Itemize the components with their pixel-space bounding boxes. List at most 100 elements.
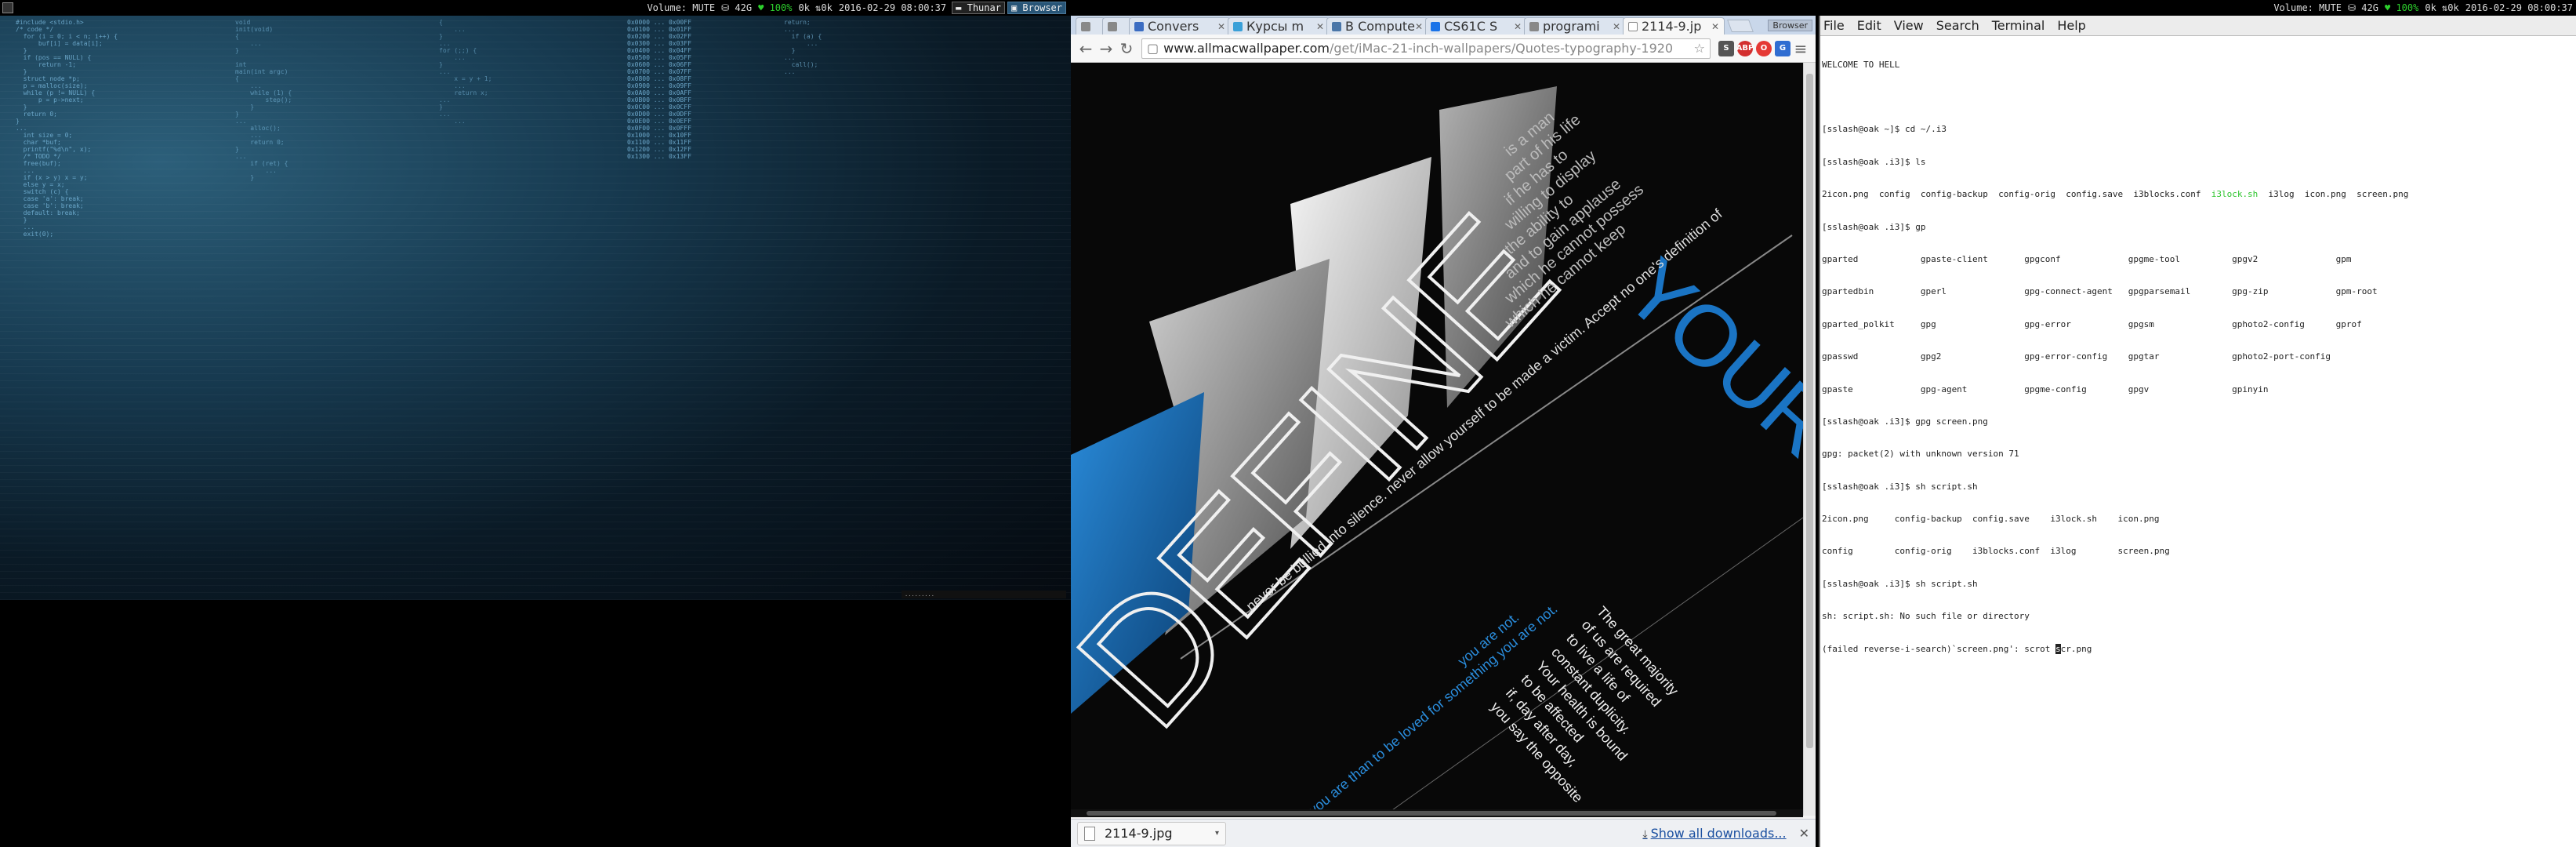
menu-icon[interactable]: ≡ [1791,38,1811,59]
scrollbar-thumb[interactable] [1806,74,1813,748]
scrollbar-thumb[interactable] [1087,811,1776,816]
close-tab-icon[interactable]: ✕ [1613,21,1620,32]
close-icon[interactable]: ✕ [1799,826,1809,841]
page-icon [1628,21,1638,31]
tab-pinned-1[interactable] [1076,17,1105,35]
reload-button[interactable]: ↻ [1116,38,1137,59]
forward-button[interactable]: → [1096,38,1116,59]
tab-image[interactable]: 2114-9.jp ✕ [1623,17,1725,35]
page-info-icon[interactable]: ▢ [1147,41,1159,56]
terminal-line: [sslash@oak .i3]$ sh script.sh [1822,578,1978,589]
menu-terminal[interactable]: Terminal [1992,18,2045,33]
course-icon [1233,21,1243,31]
terminal-line: gpartedbin gperl gpg-connect-agent gpgpa… [1822,286,2378,297]
terminal-menubar: File Edit View Search Terminal Help [1820,16,2576,36]
right-status-bar: Volume: MUTE ⛁ 42G ♥ 100% 0k ⇅0k 2016-02… [1071,0,2576,16]
chevron-down-icon[interactable]: ▾ [1215,829,1219,838]
download-item[interactable]: 2114-9.jpg ▾ [1077,821,1226,845]
download-filename: 2114-9.jpg [1105,826,1173,841]
bookmark-star-icon[interactable]: ☆ [1694,41,1705,56]
menu-file[interactable]: File [1823,18,1845,33]
datetime-status: 2016-02-29 08:00:37 [838,2,947,13]
window-caption: Browser [1768,20,1812,31]
file-icon [1084,826,1095,841]
wifi-icon: ♥ [2384,2,2391,13]
wifi-icon: ♥ [758,2,764,13]
show-all-downloads-link[interactable]: ⤓ Show all downloads... [1642,826,1786,841]
close-tab-icon[interactable]: ✕ [1217,21,1225,32]
code-column-5: return; ... if (a) { ... } ... call(); .… [784,19,822,75]
close-tab-icon[interactable]: ✕ [1514,21,1522,32]
tab-conversations[interactable]: Convers ✕ [1129,17,1231,35]
tab-vk[interactable]: В Compute ✕ [1326,17,1428,35]
vertical-scrollbar[interactable] [1803,63,1816,816]
page-icon [1081,21,1090,31]
close-tab-icon[interactable]: ✕ [1316,21,1324,32]
folder-icon: ▬ [956,2,962,13]
horizontal-scrollbar[interactable] [1071,809,1803,817]
extension-abp-icon[interactable]: ABP [1736,40,1754,56]
close-tab-icon[interactable]: ✕ [1711,21,1719,32]
executable-file-name: i3lock.sh [2211,189,2259,200]
battery-status: ♥ 100% [2384,2,2419,13]
vk-icon [1332,21,1341,31]
volume-status: Volume: MUTE [647,2,716,13]
terminal-line: WELCOME TO HELL [1822,59,1900,70]
extension-translate-icon[interactable]: G [1775,40,1791,56]
menu-edit[interactable]: Edit [1857,18,1881,33]
network-status: 0k ⇅0k [2425,2,2459,13]
google-icon [1529,21,1539,31]
terminal-output[interactable]: WELCOME TO HELL [sslash@oak ~]$ cd ~/.i3… [1822,38,2574,845]
wallpaper-status-strip: ......... [902,591,1066,598]
envelope-icon [1134,21,1144,31]
disk-status: ⛁ 42G [2348,2,2378,13]
extension-s-icon[interactable]: S [1718,40,1734,56]
code-column-3: { ... } ... for (;;) { ... } ... x = y +… [439,19,492,125]
download-icon: ⤓ [1642,828,1648,841]
code-column-4: 0x0000 ... 0x00FF 0x0100 ... 0x01FF 0x02… [627,19,691,160]
close-tab-icon[interactable]: ✕ [1415,21,1423,32]
back-button[interactable]: ← [1076,38,1096,59]
terminal-line: 2icon.png config-backup config.save i3lo… [1822,514,2160,525]
terminal-line: gpg: packet(2) with unknown version 71 [1822,449,2019,460]
menu-help[interactable]: Help [2057,18,2085,33]
window-icon: ▣ [1010,2,1018,13]
terminal-prompt-line: (failed reverse-i-search)`screen.png': s… [1822,643,2092,654]
code-wallpaper-image: #include <stdio.h> /* code */ for (i = 0… [0,16,1071,600]
terminal-line: [sslash@oak .i3]$ gpg screen.png [1822,416,1988,427]
quote-wallpaper-image: DEFINE YOURS never be bullied into silen… [1071,63,1803,816]
code-column-1: #include <stdio.h> /* code */ for (i = 0… [16,19,118,238]
desktop-wallpaper: #include <stdio.h> /* code */ for (i = 0… [0,16,1071,847]
url-path: /get/iMac-21-inch-wallpapers/Quotes-typo… [1330,41,1674,56]
address-bar[interactable]: ▢ www.allmacwallpaper.com/get/iMac-21-in… [1141,38,1711,59]
terminal-line: [sslash@oak .i3]$ gp [1822,221,1926,232]
terminal-line: [sslash@oak ~]$ cd ~/.i3 [1822,124,1947,135]
tab-cs61c[interactable]: CS61C S ✕ [1425,17,1527,35]
terminal-line: gpaste gpg-agent gpgme-config gpgv gpiny… [1822,384,2269,394]
download-shelf: 2114-9.jpg ▾ ⤓ Show all downloads... ✕ [1071,819,1816,847]
menu-search[interactable]: Search [1936,18,1979,33]
volume-status: Volume: MUTE [2273,2,2342,13]
taskbar-browser[interactable]: ▣ Browser [1007,2,1066,14]
left-status-bar: Volume: MUTE ⛁ 42G ♥ 100% 0k ⇅0k 2016-02… [0,0,1071,16]
new-tab-button[interactable] [1727,20,1754,32]
workspace-indicator[interactable] [2,2,13,13]
extension-opera-icon[interactable]: O [1756,40,1772,56]
tab-courses[interactable]: Курсы m ✕ [1228,17,1330,35]
image-viewport: DEFINE YOURS never be bullied into silen… [1071,63,1803,816]
network-status: 0k ⇅0k [798,2,833,13]
tab-pinned-2[interactable] [1102,17,1132,35]
tab-programming[interactable]: programi ✕ [1524,17,1626,35]
doc-icon [1431,21,1440,31]
terminal-line: sh: script.sh: No such file or directory [1822,611,2030,622]
menu-view[interactable]: View [1894,18,1924,33]
taskbar-thunar[interactable]: ▬ Thunar [952,2,1005,14]
terminal-line: [sslash@oak .i3]$ ls [1822,156,1926,167]
tab-strip: Convers ✕ Курсы m ✕ В Compute ✕ CS61C S ✕ pr… [1071,16,1816,35]
url-host: www.allmacwallpaper.com [1163,41,1330,56]
page-icon [1108,21,1117,31]
terminal-line: [sslash@oak .i3]$ sh script.sh [1822,481,1978,492]
text-cursor: s [2055,643,2061,654]
terminal-line: config config-orig i3blocks.conf i3log s… [1822,546,2170,557]
